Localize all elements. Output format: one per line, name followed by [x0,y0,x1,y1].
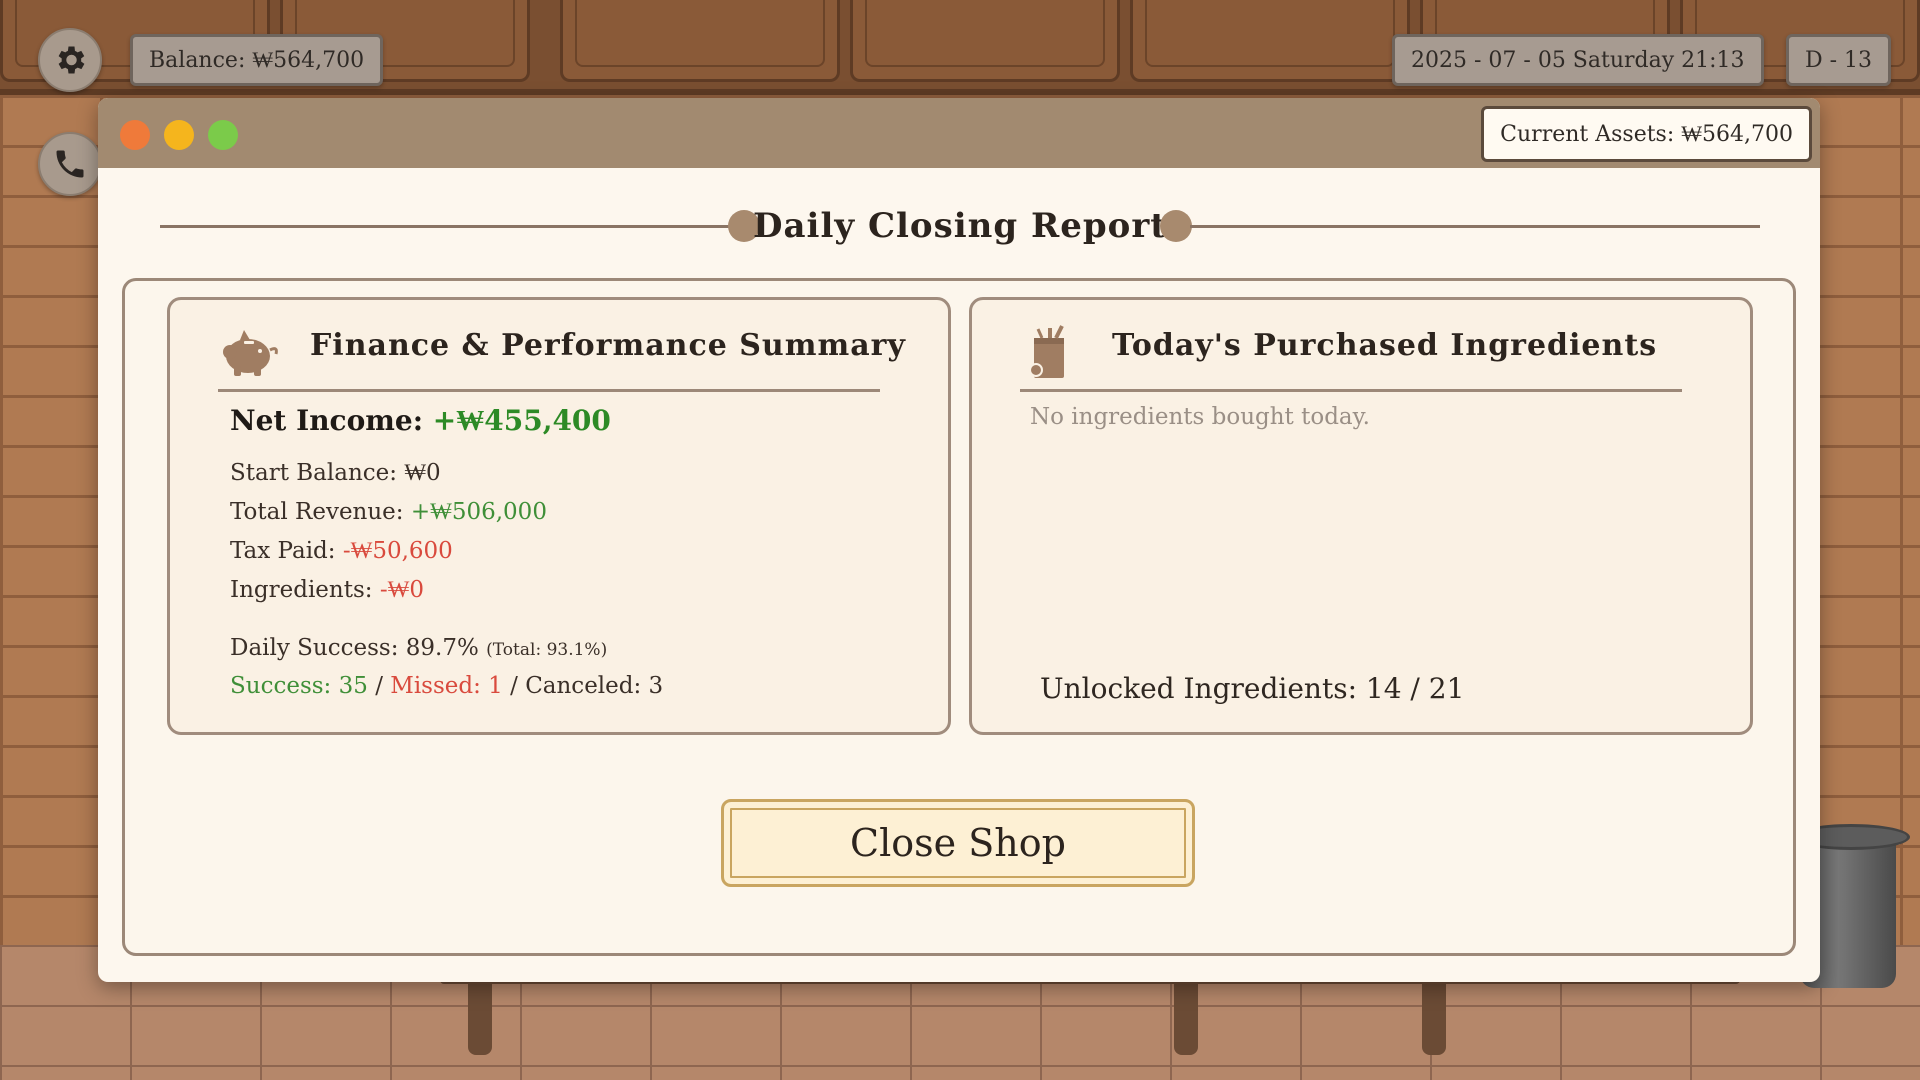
net-income-label: Net Income: [230,404,433,437]
daily-report-window: Current Assets: ₩564,700 Daily Closing R… [98,98,1820,982]
start-balance-line: Start Balance: ₩0 [230,460,441,486]
window-close-dot[interactable] [120,120,150,150]
grocery-bag-icon [1029,325,1064,378]
tax-paid-label: Tax Paid: [230,538,343,564]
ingredients-cost-label: Ingredients: [230,577,380,603]
ingredients-card: Today's Purchased Ingredients No ingredi… [969,297,1753,735]
daily-success-total: (Total: 93.1%) [486,640,608,660]
report-header: Daily Closing Report [160,200,1760,252]
unlocked-ingredients-count: Unlocked Ingredients: 14 / 21 [1040,672,1465,705]
total-revenue-value: +₩506,000 [410,499,547,525]
ingredients-card-title: Today's Purchased Ingredients [1112,328,1658,363]
settings-button[interactable] [38,28,102,92]
net-income-value: +₩455,400 [432,404,611,437]
datetime-display: 2025 - 07 - 05 Saturday 21:13 [1392,34,1764,86]
piggy-bank-icon [223,330,278,376]
phone-icon [56,150,84,178]
finance-summary-card: Finance & Performance Summary Net Income… [167,297,951,735]
daily-success-label: Daily Success: 89.7% [230,635,487,661]
table-leg [1422,975,1446,1055]
day-counter: D - 13 [1786,34,1892,86]
tax-paid-line: Tax Paid: -₩50,600 [230,538,453,564]
report-content: Finance & Performance Summary Net Income… [122,278,1796,956]
total-revenue-line: Total Revenue: +₩506,000 [230,499,547,525]
finance-card-header: Finance & Performance Summary [218,322,905,392]
ingredients-card-header: Today's Purchased Ingredients [1020,322,1682,392]
cabinet-door [850,0,1120,82]
cabinet-door [1130,0,1410,82]
table-leg [1174,975,1198,1055]
gear-icon [58,46,85,74]
header-divider-right [1190,225,1760,228]
window-maximize-dot[interactable] [208,120,238,150]
stats-separator: / [502,673,526,699]
datetime-text: 2025 - 07 - 05 Saturday 21:13 [1411,47,1745,73]
balance-text: Balance: ₩564,700 [149,48,365,73]
daily-success-line: Daily Success: 89.7% (Total: 93.1%) [230,635,607,661]
current-assets-display: Current Assets: ₩564,700 [1481,106,1812,162]
success-count: Success: 35 [230,673,368,699]
table-leg [468,975,492,1055]
current-assets-text: Current Assets: ₩564,700 [1500,122,1793,147]
order-stats-line: Success: 35 / Missed: 1 / Canceled: 3 [230,673,663,699]
day-counter-text: D - 13 [1805,47,1873,73]
window-titlebar: Current Assets: ₩564,700 [98,98,1820,168]
balance-display: Balance: ₩564,700 [130,34,384,86]
start-balance-value: ₩0 [404,460,441,486]
ingredients-cost-line: Ingredients: -₩0 [230,577,424,603]
net-income-line: Net Income: +₩455,400 [230,404,611,438]
window-minimize-dot[interactable] [164,120,194,150]
finance-card-title: Finance & Performance Summary [310,328,906,363]
canceled-count: Canceled: 3 [525,673,664,699]
missed-count: Missed: 1 [390,673,503,699]
header-dot-right [1160,210,1192,242]
stats-separator: / [367,673,391,699]
phone-button[interactable] [38,132,102,196]
tax-paid-value: -₩50,600 [342,538,453,564]
total-revenue-label: Total Revenue: [230,499,411,525]
start-balance-label: Start Balance: [230,460,405,486]
cabinet-door [560,0,840,82]
ingredients-cost-value: -₩0 [379,577,424,603]
empty-ingredients-message: No ingredients bought today. [1030,404,1370,430]
close-shop-button[interactable]: Close Shop [721,799,1195,887]
